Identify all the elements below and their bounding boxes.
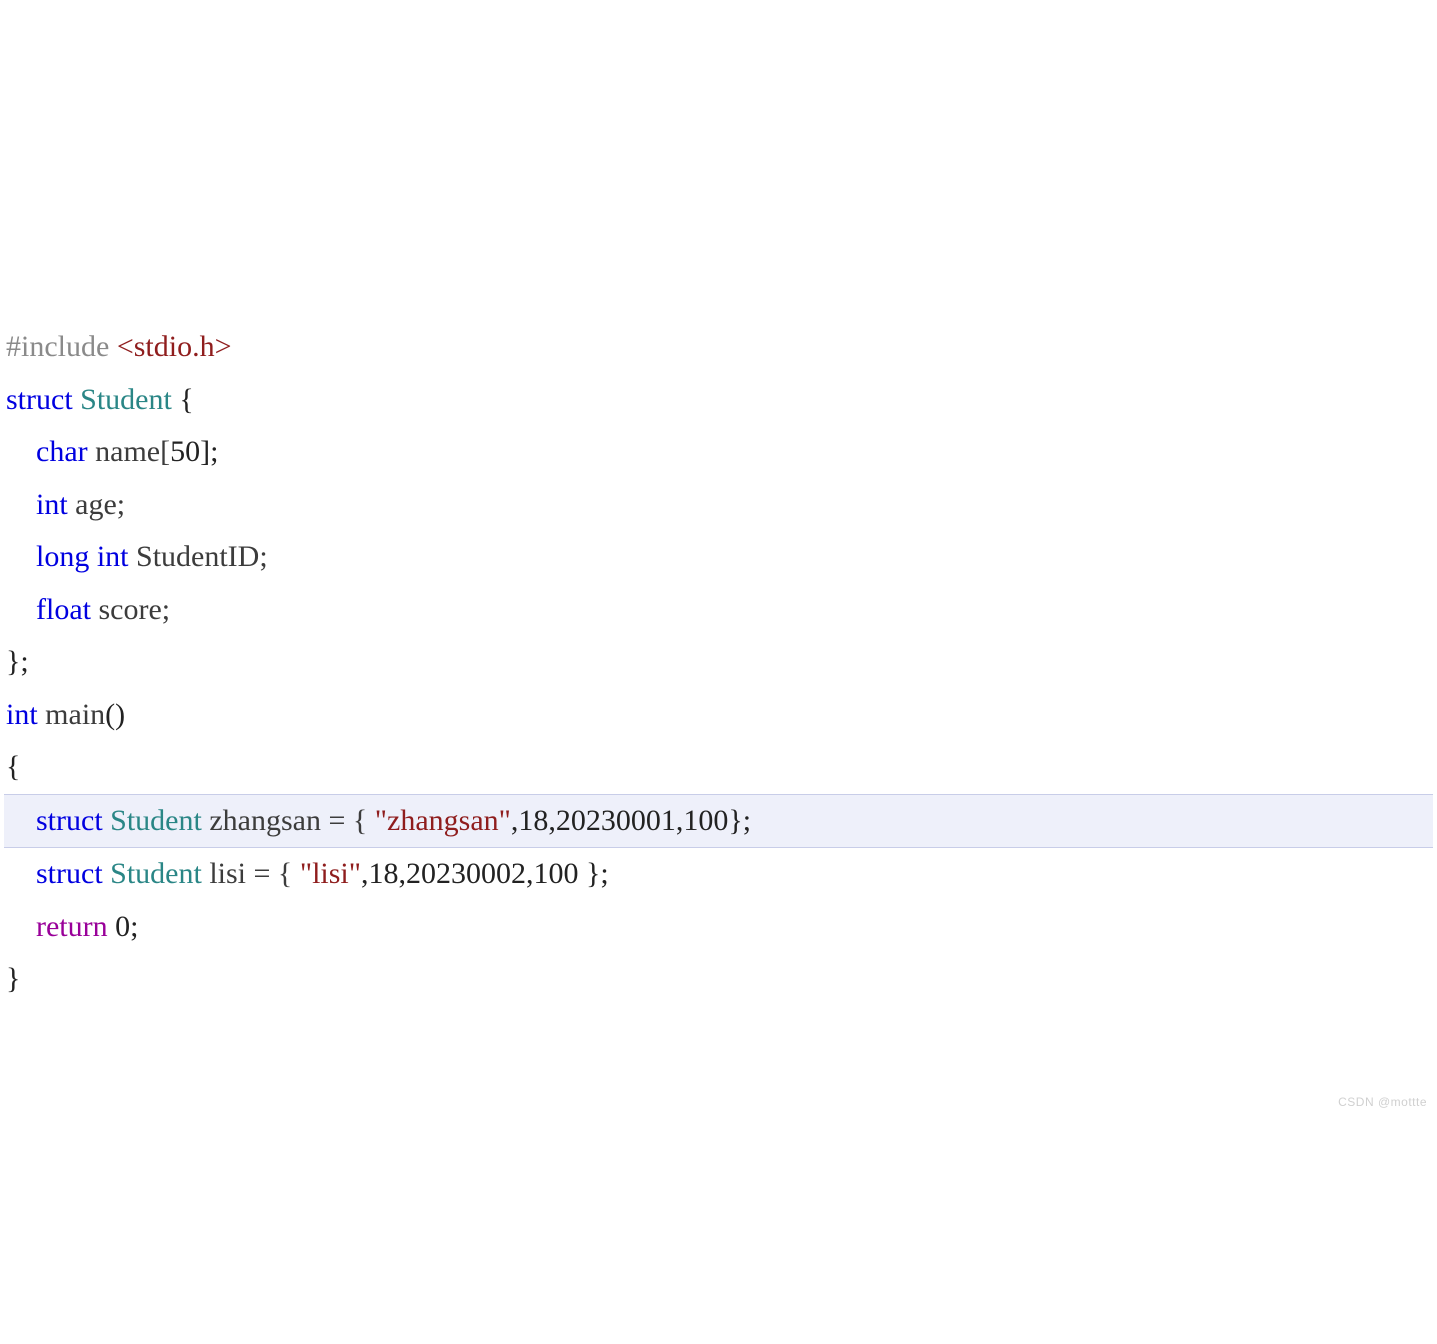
code-line-1: #include <stdio.h> (4, 321, 1433, 374)
token: } (6, 962, 20, 995)
token: , (361, 857, 369, 890)
token (38, 698, 46, 731)
code-line-3: char name[50]; (4, 426, 1433, 479)
token: return (36, 910, 108, 943)
token: "zhangsan" (375, 804, 511, 837)
token (6, 804, 36, 837)
code-line-2: struct Student { (4, 374, 1433, 427)
code-line-6: float score; (4, 584, 1433, 637)
token: () (105, 698, 125, 731)
token (6, 857, 36, 890)
token: <stdio.h> (117, 330, 232, 363)
token: 0 (115, 910, 130, 943)
token: }; (579, 857, 609, 890)
token: struct (6, 383, 73, 416)
token: , (526, 857, 534, 890)
token: , (399, 857, 407, 890)
token: struct (36, 857, 103, 890)
token: Student (110, 857, 202, 890)
token: zhangsan = { (202, 804, 375, 837)
token: , (511, 804, 519, 837)
code-line-4: int age; (4, 479, 1433, 532)
token: , (548, 804, 556, 837)
code-line-10: struct Student zhangsan = { "zhangsan",1… (4, 794, 1433, 849)
token: 20230002 (406, 857, 526, 890)
token: 50 (170, 435, 200, 468)
token: int (6, 698, 38, 731)
token: 20230001 (556, 804, 676, 837)
code-line-12: return 0; (4, 901, 1433, 954)
token (6, 488, 36, 521)
token: { (6, 750, 20, 783)
code-line-11: struct Student lisi = { "lisi",18,202300… (4, 848, 1433, 901)
token: ; (130, 910, 138, 943)
token: char (36, 435, 88, 468)
token: 18 (518, 804, 548, 837)
token: lisi = { (202, 857, 300, 890)
code-line-9: { (4, 741, 1433, 794)
token: float (36, 593, 91, 626)
token: age; (68, 488, 125, 521)
token: Student (110, 804, 202, 837)
token: StudentID; (129, 540, 268, 573)
code-line-7: }; (4, 636, 1433, 689)
token: 100 (534, 857, 579, 890)
code-line-13: } (4, 953, 1433, 1006)
token (103, 804, 111, 837)
token: main (45, 698, 105, 731)
token: struct (36, 804, 103, 837)
token (6, 435, 36, 468)
code-editor: #include <stdio.h>struct Student { char … (0, 210, 1437, 1117)
token: int (36, 488, 68, 521)
token: "lisi" (300, 857, 361, 890)
token: name[ (88, 435, 170, 468)
token: , (676, 804, 684, 837)
token: ]; (200, 435, 218, 468)
token: 100 (683, 804, 728, 837)
code-line-8: int main() (4, 689, 1433, 742)
token: score; (91, 593, 170, 626)
token (6, 540, 36, 573)
token (6, 593, 36, 626)
token: int (97, 540, 129, 573)
token: 18 (369, 857, 399, 890)
token (103, 857, 111, 890)
token: }; (6, 645, 29, 678)
token: long (36, 540, 89, 573)
token (108, 910, 116, 943)
code-lines: #include <stdio.h>struct Student { char … (4, 321, 1433, 1006)
token: Student (80, 383, 172, 416)
watermark: CSDN @mottte (1338, 1092, 1427, 1113)
token: { (172, 383, 194, 416)
token (6, 910, 36, 943)
code-line-5: long int StudentID; (4, 531, 1433, 584)
token: }; (728, 804, 751, 837)
token: #include (6, 330, 117, 363)
token (89, 540, 97, 573)
